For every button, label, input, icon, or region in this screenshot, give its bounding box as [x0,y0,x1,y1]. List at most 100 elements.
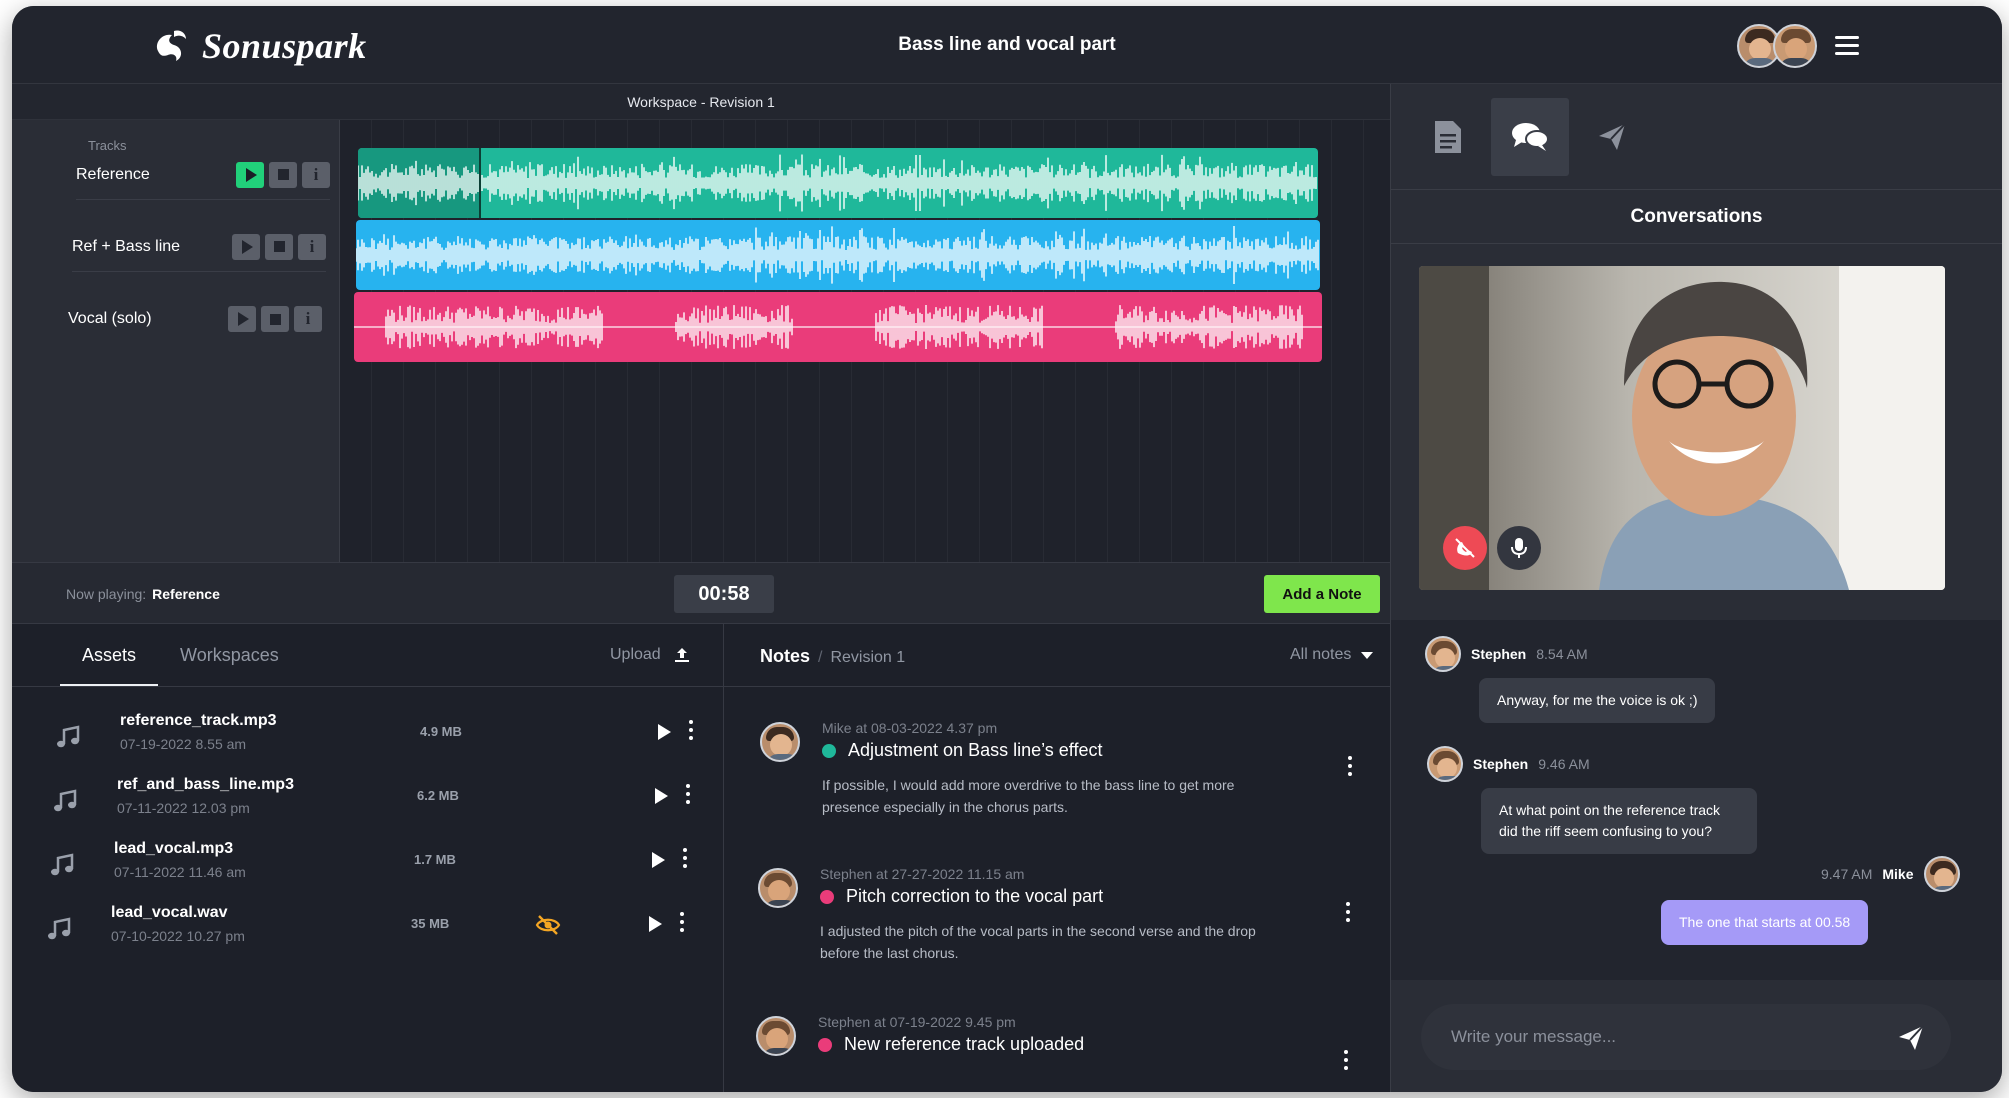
microphone-button[interactable] [1497,526,1541,570]
note-item[interactable]: Stephen at 07-19-2022 9.45 pm New referen… [756,1012,1376,1092]
conversations-title: Conversations [1391,190,2002,244]
asset-row[interactable]: ref_and_bass_line.mp3 07-11-2022 12.03 pm… [39,768,699,832]
collaborators[interactable] [1737,24,1817,68]
asset-name: ref_and_bass_line.mp3 [117,776,294,793]
asset-row[interactable]: reference_track.mp3 07-19-2022 8.55 am 4.9… [42,704,702,768]
avatar [1923,856,1960,892]
more-options-icon[interactable] [688,720,694,742]
tab-conversations[interactable] [1491,98,1569,176]
assets-tabs: Assets Workspaces [60,624,301,686]
app-window: Sonuspark Bass line and vocal part Works… [12,6,2002,1092]
side-tabs [1391,84,2002,190]
note-meta: Mike at 08-03-2022 4.37 pm [822,720,998,736]
message-header: 9.47 AM Mike [1821,856,1960,892]
project-title: Bass line and vocal part [898,34,1116,55]
more-options-icon[interactable] [1348,756,1352,776]
message-header: Stephen 8.54 AM [1425,636,1588,672]
phone-hangup-icon [1455,538,1475,558]
music-note-icon [48,917,71,940]
more-options-icon[interactable] [685,784,691,806]
message-bubble-mine: The one that starts at 00.58 [1661,900,1869,945]
transport-bar: Now playing: Reference 00:58 Add a Note [12,562,1390,624]
note-title-text: Pitch correction to the vocal part [846,886,1104,906]
hamburger-menu-icon[interactable] [1835,36,1859,56]
send-icon [1599,123,1626,150]
notes-revision: Revision 1 [830,649,906,666]
waveform-vocal[interactable] [354,292,1322,362]
stop-icon [277,169,289,180]
play-button[interactable] [228,306,256,332]
message-bubble: Anyway, for me the voice is ok ;) [1479,678,1716,723]
notes-title: Notes [760,646,811,666]
asset-size: 4.9 MB [420,724,462,739]
workspace-label: Workspace - Revision 1 [12,84,1390,120]
note-title-text: New reference track uploaded [844,1034,1085,1054]
upload-icon [674,648,689,662]
asset-row[interactable]: lead_vocal.mp3 07-11-2022 11.46 am 1.7 MB [36,832,696,896]
status-dot [820,889,834,904]
tab-workspaces[interactable]: Workspaces [158,624,301,686]
microphone-icon [1511,538,1527,558]
message-time: 9.46 AM [1538,756,1590,772]
notes-panel: Notes / Revision 1 All notes Mike at 08-… [724,624,1406,1092]
asset-date: 07-10-2022 10.27 pm [111,928,245,944]
notes-filter-dropdown[interactable]: All notes [1290,646,1374,664]
info-button[interactable]: i [294,306,322,332]
now-playing-track: Reference [152,586,220,602]
upload-label: Upload [610,646,661,663]
music-note-icon [57,725,80,748]
eye-off-icon[interactable] [535,912,561,938]
play-icon[interactable] [649,916,662,932]
track-row-ref-bass: Ref + Bass line i [72,222,326,272]
asset-size: 6.2 MB [417,788,459,803]
note-item[interactable]: Mike at 08-03-2022 4.37 pm Adjustment on … [760,718,1380,858]
now-playing-label: Now playing: [66,586,147,602]
info-button[interactable]: i [302,161,330,188]
tab-documents[interactable] [1409,98,1487,176]
more-options-icon[interactable] [679,912,685,934]
more-options-icon[interactable] [1346,902,1350,922]
hang-up-button[interactable] [1443,526,1487,570]
send-icon[interactable] [1897,1024,1925,1052]
play-icon [245,167,257,182]
more-options-icon[interactable] [682,848,688,870]
message-input[interactable] [1451,1022,1871,1052]
timeline[interactable] [340,120,1390,562]
asset-row[interactable]: lead_vocal.wav 07-10-2022 10.27 pm 35 MB [33,896,693,960]
note-meta: Stephen at 07-19-2022 9.45 pm [818,1014,1016,1030]
note-body: If possible, I would add more overdrive … [822,777,1235,815]
stop-button[interactable] [265,233,293,260]
note-item[interactable]: Stephen at 27-27-2022 11.15 am Pitch corr… [758,864,1378,1004]
upload-button[interactable]: Upload [610,646,691,664]
video-call[interactable] [1419,266,1945,590]
more-options-icon[interactable] [1344,1050,1348,1070]
message-author: Stephen [1473,756,1529,772]
info-button[interactable]: i [298,233,326,260]
tab-assets[interactable]: Assets [60,624,159,686]
waveform-ref-bass[interactable] [356,220,1320,290]
tab-share[interactable] [1573,98,1651,176]
stop-button[interactable] [269,161,297,188]
track-row-reference: Reference i [76,150,330,200]
stop-icon [273,241,285,252]
message-time: 9.47 AM [1821,866,1873,882]
add-note-button[interactable]: Add a Note [1264,575,1380,613]
play-button[interactable] [236,161,264,188]
track-name: Ref + Bass line [72,237,181,255]
avatar[interactable] [1773,24,1817,68]
chat-thread: Stephen 8.54 AM Anyway, for me the voice… [1391,620,2002,980]
asset-date: 07-11-2022 11.46 am [114,864,246,880]
waveform-reference[interactable] [358,148,1318,218]
info-icon: i [309,236,315,256]
message-time: 8.54 AM [1536,646,1588,662]
play-icon[interactable] [652,852,665,868]
message-composer [1421,1004,1951,1070]
play-icon[interactable] [655,788,668,804]
stop-button[interactable] [261,306,289,332]
chat-icon [1512,123,1549,151]
notes-filter-label: All notes [1290,646,1352,663]
avatar [1425,636,1461,672]
play-icon[interactable] [658,724,671,740]
breadcrumb-separator: / [818,649,823,666]
play-button[interactable] [232,233,260,260]
